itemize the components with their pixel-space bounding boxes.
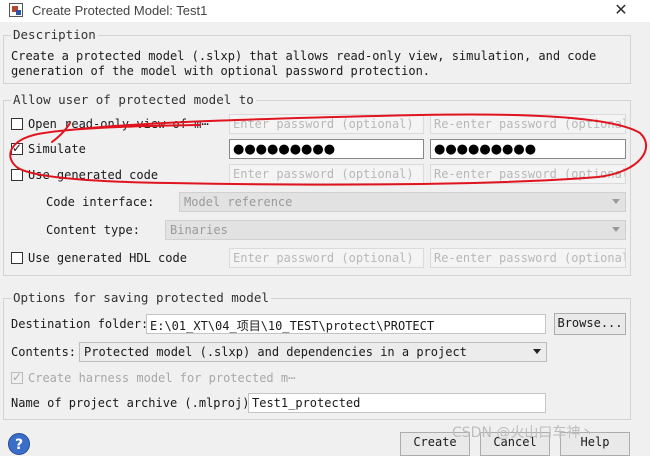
red-annotation-overlay (9, 113, 647, 186)
red-ellipse-annotation (9, 113, 647, 186)
